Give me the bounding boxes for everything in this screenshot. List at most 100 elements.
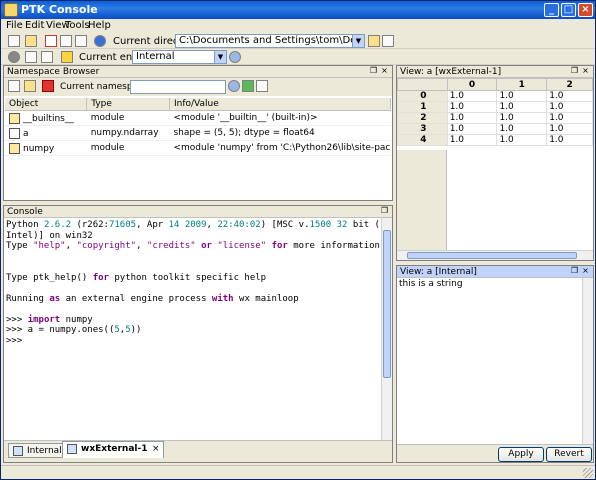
minimize-icon[interactable]: _	[544, 3, 559, 17]
grid-cell[interactable]: 1.0	[546, 134, 593, 146]
refresh-ns-icon[interactable]	[8, 80, 20, 92]
grid-row: 2 1.0 1.0 1.0	[397, 112, 593, 124]
browse-folder-icon[interactable]	[368, 35, 380, 47]
scrollbar-thumb[interactable]	[407, 252, 577, 259]
paste-icon[interactable]	[75, 35, 87, 47]
ptk-console-window: PTK Console _ □ × File Edit View Tools H…	[0, 0, 596, 480]
up-arrow-icon[interactable]	[242, 80, 254, 92]
namespace-browser-panel: Namespace Browser ❐ × Current namespace:…	[3, 65, 393, 201]
grid-row-header[interactable]: 0	[397, 90, 448, 102]
grid-cell[interactable]: 1.0	[546, 90, 593, 102]
tab-wxexternal-1[interactable]: wxExternal-1 ×	[62, 441, 165, 458]
float-icon[interactable]: ❐	[570, 267, 579, 276]
column-header-info[interactable]: Info/Value	[169, 98, 392, 111]
current-engine-value: Internal	[136, 51, 175, 62]
panel-title: View: a [wxExternal-1]	[400, 67, 502, 77]
console-scrollbar[interactable]	[381, 218, 392, 440]
table-row[interactable]: numpy module <module 'numpy' from 'C:\Py…	[5, 140, 391, 156]
console-panel: Console ❐ Python 2.6.2 (r262:71605, Apr …	[3, 205, 393, 463]
grid-cell[interactable]: 1.0	[496, 101, 548, 113]
string-value-text[interactable]: this is a string	[399, 279, 463, 289]
menu-edit[interactable]: Edit	[25, 20, 44, 31]
pause-icon[interactable]	[25, 51, 37, 63]
grid-cell[interactable]: 1.0	[496, 123, 548, 135]
float-icon[interactable]: ❐	[369, 67, 378, 76]
float-icon[interactable]: ❐	[380, 207, 389, 216]
app-icon	[4, 3, 18, 17]
console-tab-strip: Internal wxExternal-1 ×	[4, 440, 392, 462]
chevron-down-icon[interactable]: ▼	[214, 51, 226, 63]
resize-grip-icon[interactable]	[583, 468, 593, 478]
table-row[interactable]: a numpy.ndarray shape = (5, 5); dtype = …	[5, 125, 391, 141]
grid-cell[interactable]: 1.0	[446, 123, 498, 135]
grid-row: 1 1.0 1.0 1.0	[397, 101, 593, 113]
grid-column-header[interactable]: 2	[546, 78, 593, 91]
window-title: PTK Console	[21, 3, 98, 16]
grid-cell[interactable]: 1.0	[446, 90, 498, 102]
grid-column-header[interactable]: 1	[496, 78, 548, 91]
chevron-down-icon[interactable]: ▼	[352, 35, 364, 47]
text-scrollbar[interactable]	[582, 278, 593, 444]
float-icon[interactable]: ❐	[570, 67, 579, 76]
new-file-icon[interactable]	[8, 35, 20, 47]
clear-icon[interactable]	[41, 51, 53, 63]
console-title-bar: Console ❐	[4, 206, 392, 218]
grid-cell[interactable]: 1.0	[546, 123, 593, 135]
main-toolbar: Current directory: C:\Documents and Sett…	[1, 33, 595, 49]
stop-icon[interactable]	[8, 51, 20, 63]
grid-row-header[interactable]: 1	[397, 101, 448, 113]
engine-settings-icon[interactable]	[229, 51, 241, 63]
grid-cell[interactable]: 1.0	[496, 90, 548, 102]
menu-help[interactable]: Help	[88, 20, 111, 31]
table-row[interactable]: __builtins__ module <module '__builtin__…	[5, 110, 391, 126]
grid-row: 4 1.0 1.0 1.0	[397, 134, 593, 146]
current-directory-value: C:\Documents and Settings\tom\Desktop\Py…	[179, 35, 365, 46]
set-directory-icon[interactable]	[382, 35, 394, 47]
grid-horizontal-scrollbar[interactable]	[397, 250, 593, 260]
object-type: module	[86, 140, 170, 156]
grid-cell[interactable]: 1.0	[546, 112, 593, 124]
grid-row-header[interactable]: 2	[397, 112, 448, 124]
object-name: numpy	[23, 143, 55, 154]
maximize-icon[interactable]: □	[561, 3, 576, 17]
object-info: shape = (5, 5); dtype = float64	[169, 125, 391, 141]
refresh-icon[interactable]	[228, 80, 240, 92]
tab-close-icon[interactable]: ×	[152, 442, 160, 456]
current-namespace-input[interactable]	[130, 80, 226, 94]
console-output[interactable]: Python 2.6.2 (r262:71605, Apr 14 2009, 2…	[6, 220, 385, 346]
grid-row-header[interactable]: 3	[397, 123, 448, 135]
module-icon	[9, 112, 20, 124]
close-icon[interactable]: ×	[578, 3, 593, 17]
current-engine-combo[interactable]: Internal ▼	[132, 50, 227, 64]
delete-icon[interactable]	[42, 80, 54, 92]
panel-title: View: a [Internal]	[400, 267, 477, 277]
folder-icon[interactable]	[24, 80, 36, 92]
close-icon[interactable]: ×	[581, 67, 590, 76]
grid-cell[interactable]: 1.0	[496, 112, 548, 124]
grid-cell[interactable]: 1.0	[446, 134, 498, 146]
engine-icon[interactable]	[61, 51, 73, 63]
grid-cell[interactable]: 1.0	[496, 134, 548, 146]
menu-file[interactable]: File	[6, 20, 23, 31]
menu-tools[interactable]: Tools	[65, 20, 90, 31]
help-icon[interactable]	[94, 35, 106, 47]
scrollbar-thumb[interactable]	[383, 230, 391, 378]
cut-icon[interactable]	[45, 35, 57, 47]
column-header-object[interactable]: Object	[5, 98, 88, 111]
grid-column-header[interactable]: 0	[446, 78, 498, 91]
grid-cell[interactable]: 1.0	[446, 101, 498, 113]
grid-cell[interactable]: 1.0	[546, 101, 593, 113]
panel-title: Namespace Browser	[7, 67, 100, 77]
copy-icon[interactable]	[60, 35, 72, 47]
column-header-type[interactable]: Type	[86, 98, 170, 111]
close-icon[interactable]: ×	[581, 267, 590, 276]
revert-button[interactable]: Revert	[546, 447, 592, 462]
close-icon[interactable]: ×	[380, 67, 389, 76]
grid-row-header[interactable]: 4	[397, 134, 448, 146]
current-directory-combo[interactable]: C:\Documents and Settings\tom\Desktop\Py…	[175, 34, 365, 48]
open-folder-icon[interactable]	[25, 35, 37, 47]
options-icon[interactable]	[256, 80, 268, 92]
tab-internal[interactable]: Internal	[8, 443, 69, 458]
grid-cell[interactable]: 1.0	[446, 112, 498, 124]
apply-button[interactable]: Apply	[498, 447, 544, 462]
